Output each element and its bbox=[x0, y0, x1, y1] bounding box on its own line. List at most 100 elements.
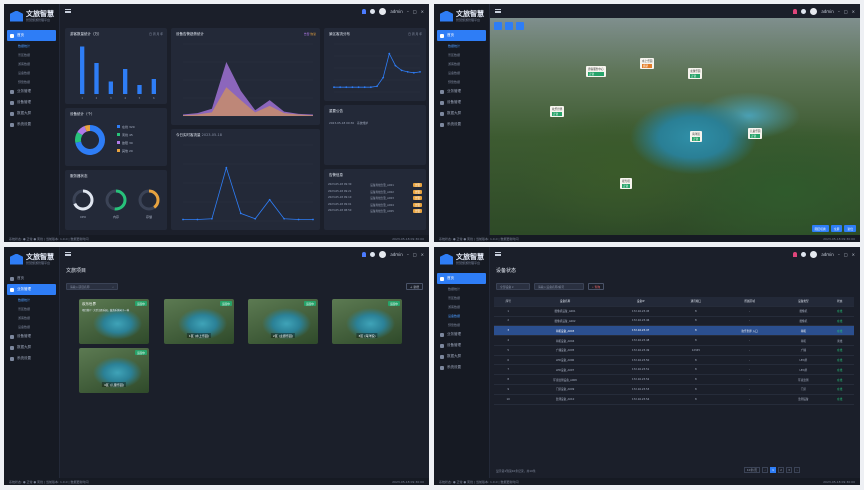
layer-switch-button[interactable]: 图层切换 bbox=[811, 225, 829, 232]
nav-business[interactable]: 业务管理 bbox=[7, 284, 56, 295]
nav-business[interactable]: 业务管理 bbox=[437, 329, 486, 340]
nav-sub-scenic[interactable]: 景区数据 bbox=[7, 304, 56, 313]
minimize-icon[interactable]: – bbox=[407, 9, 409, 14]
column-header[interactable]: 序号 bbox=[494, 297, 523, 307]
table-row[interactable]: 10 监测设备_A010 172.16.23.54 8- 监测设备 在线 bbox=[494, 394, 854, 405]
locate-icon[interactable] bbox=[516, 22, 524, 30]
nav-sub-visitor[interactable]: 游客数据 bbox=[7, 59, 56, 68]
nav-sub-visitor[interactable]: 游客数据 bbox=[437, 302, 486, 311]
alert-row[interactable]: 2023-05-18 08:50 设备离线告警_A005 告警 bbox=[328, 209, 422, 214]
card-period[interactable]: 日 周 月 年 bbox=[149, 32, 163, 36]
nav-settings[interactable]: 系统设置 bbox=[7, 353, 56, 364]
table-row[interactable]: 5 广播设备_A005 172.16.23.49 12345- 广播 在线 bbox=[494, 345, 854, 356]
nav-sub-scenic[interactable]: 景区数据 bbox=[7, 50, 56, 59]
map-pin[interactable]: 主题乐园 正常 bbox=[688, 68, 703, 79]
reset-button[interactable]: 复位 bbox=[844, 225, 856, 232]
menu-icon[interactable] bbox=[495, 9, 501, 13]
nav-bigscreen[interactable]: 数据大屏 bbox=[7, 342, 56, 353]
avatar[interactable] bbox=[379, 7, 387, 15]
page-3[interactable]: 3 bbox=[786, 467, 792, 473]
project-card[interactable]: 运营中 1区 (水上乐园) bbox=[164, 299, 234, 344]
close-icon[interactable]: × bbox=[852, 9, 855, 14]
card-period[interactable]: 日 周 月 年 bbox=[408, 32, 422, 36]
maximize-icon[interactable]: □ bbox=[844, 9, 848, 14]
column-header[interactable]: 设备类型 bbox=[781, 297, 826, 307]
map-pin[interactable]: 海洋馆 正常 bbox=[690, 131, 702, 142]
table-row[interactable]: 3 闸机设备_A003 172.16.23.47 8 欢乐世界 入口 闸机 在线 bbox=[494, 325, 854, 337]
nav-sub-device[interactable]: 设备数据 bbox=[437, 68, 486, 77]
nav-device[interactable]: 设备管理 bbox=[437, 340, 486, 351]
menu-icon[interactable] bbox=[65, 252, 71, 256]
nav-sub-stat[interactable]: 数据统计 bbox=[437, 41, 486, 50]
column-header[interactable]: 所属区域 bbox=[718, 297, 782, 307]
nav-bigscreen[interactable]: 数据大屏 bbox=[437, 351, 486, 362]
nav-home[interactable]: 首页 bbox=[437, 30, 486, 41]
minimize-icon[interactable]: – bbox=[838, 252, 840, 257]
column-header[interactable]: 设备名称 bbox=[522, 297, 608, 307]
help-icon[interactable] bbox=[801, 251, 807, 257]
maximize-icon[interactable]: □ bbox=[413, 252, 417, 257]
nav-sub-scenic[interactable]: 景区数据 bbox=[437, 50, 486, 59]
nav-sub-alert[interactable]: 预警数据 bbox=[437, 320, 486, 329]
layers-icon[interactable] bbox=[505, 22, 513, 30]
help-icon[interactable] bbox=[370, 8, 376, 14]
page-1[interactable]: 1 bbox=[770, 467, 776, 473]
help-icon[interactable] bbox=[801, 8, 807, 14]
close-icon[interactable]: × bbox=[421, 252, 424, 257]
nav-sub-alert[interactable]: 预警数据 bbox=[7, 77, 56, 86]
minimize-icon[interactable]: – bbox=[838, 9, 840, 14]
nav-business[interactable]: 业务管理 bbox=[437, 86, 486, 97]
table-row[interactable]: 4 闸机设备_A004 172.16.23.48 8- 闸机 离线 bbox=[494, 335, 854, 346]
table-row[interactable]: 9 门禁设备_A009 172.16.23.53 8- 门禁 在线 bbox=[494, 384, 854, 395]
nav-sub-visitor[interactable]: 游客数据 bbox=[437, 59, 486, 68]
nav-home[interactable]: 首页 bbox=[7, 273, 56, 284]
nav-bigscreen[interactable]: 数据大屏 bbox=[437, 108, 486, 119]
nav-home[interactable]: 首页 bbox=[437, 273, 486, 284]
alert-row[interactable]: 2023-05-18 09:30 设备离线告警_A001 告警 bbox=[328, 183, 422, 187]
nav-device[interactable]: 设备管理 bbox=[7, 331, 56, 342]
nav-device[interactable]: 设备管理 bbox=[437, 97, 486, 108]
add-project-button[interactable]: ＋ 新增 bbox=[405, 283, 423, 290]
nav-sub-stat[interactable]: 数据统计 bbox=[437, 284, 486, 293]
user-name[interactable]: admin bbox=[390, 9, 403, 14]
bell-icon[interactable] bbox=[362, 251, 367, 257]
page-size-select[interactable]: 10条/页 bbox=[743, 467, 760, 473]
nav-business[interactable]: 业务管理 bbox=[7, 86, 56, 97]
map-pin[interactable]: 水上乐园 拥挤 bbox=[640, 58, 655, 69]
grid-icon[interactable] bbox=[494, 22, 502, 30]
nav-sub-device[interactable]: 设备数据 bbox=[437, 311, 486, 320]
close-icon[interactable]: × bbox=[852, 252, 855, 257]
next-page-button[interactable]: › bbox=[794, 467, 800, 473]
nav-sub-stat[interactable]: 数据统计 bbox=[7, 41, 56, 50]
table-row[interactable]: 8 环境监测设备_A008 172.16.23.52 8- 环境监测 在线 bbox=[494, 374, 854, 386]
bell-icon[interactable] bbox=[362, 8, 367, 14]
table-row[interactable]: 7 LED设备_A007 172.16.23.51 8- LED屏 在线 bbox=[494, 364, 854, 376]
prev-page-button[interactable]: ‹ bbox=[762, 467, 768, 473]
avatar[interactable] bbox=[810, 250, 818, 258]
table-row[interactable]: 1 摄像机设备_A001 172.16.23.45 8- 摄像机 在线 bbox=[494, 306, 854, 317]
column-header[interactable]: 设备IP bbox=[607, 297, 674, 307]
bell-icon[interactable] bbox=[793, 251, 798, 257]
project-card[interactable]: 运营中 2区 (主题乐园) bbox=[248, 299, 318, 344]
nav-sub-device[interactable]: 设备数据 bbox=[7, 322, 56, 331]
alert-row[interactable]: 2023-05-18 09:10 设备离线告警_A003 告警 bbox=[328, 196, 422, 201]
help-icon[interactable] bbox=[370, 251, 376, 257]
park-map[interactable]: 游客服务中心 正常 水上乐园 拥挤 主题乐园 正常 欢乐世界 正常 海洋馆 正常 儿童乐园… bbox=[490, 18, 860, 235]
bell-icon[interactable] bbox=[793, 8, 798, 14]
nav-settings[interactable]: 系统设置 bbox=[7, 119, 56, 130]
query-button[interactable]: ⌕ 查询 bbox=[588, 283, 605, 290]
fullscreen-button[interactable]: 全屏 bbox=[830, 225, 843, 232]
avatar[interactable] bbox=[379, 250, 387, 258]
nav-sub-scenic[interactable]: 景区数据 bbox=[437, 293, 486, 302]
avatar[interactable] bbox=[810, 7, 818, 15]
page-2[interactable]: 2 bbox=[778, 467, 784, 473]
column-header[interactable]: 通讯端口 bbox=[673, 297, 719, 307]
project-card[interactable]: 运营中 3区 (海洋馆) bbox=[332, 299, 402, 344]
nav-settings[interactable]: 系统设置 bbox=[437, 119, 486, 130]
nav-settings[interactable]: 系统设置 bbox=[437, 362, 486, 373]
alert-row[interactable]: 2023-05-18 09:01 设备离线告警_A004 告警 bbox=[328, 202, 422, 207]
project-card[interactable]: 运营中 欢乐世界 项目简介: 大型主题乐园，集游乐休闲于一体 bbox=[79, 299, 149, 344]
nav-device[interactable]: 设备管理 bbox=[7, 97, 56, 108]
table-row[interactable]: 6 LED设备_A006 172.16.23.50 8- LED屏 在线 bbox=[494, 355, 854, 366]
nav-sub-alert[interactable]: 预警数据 bbox=[437, 77, 486, 86]
